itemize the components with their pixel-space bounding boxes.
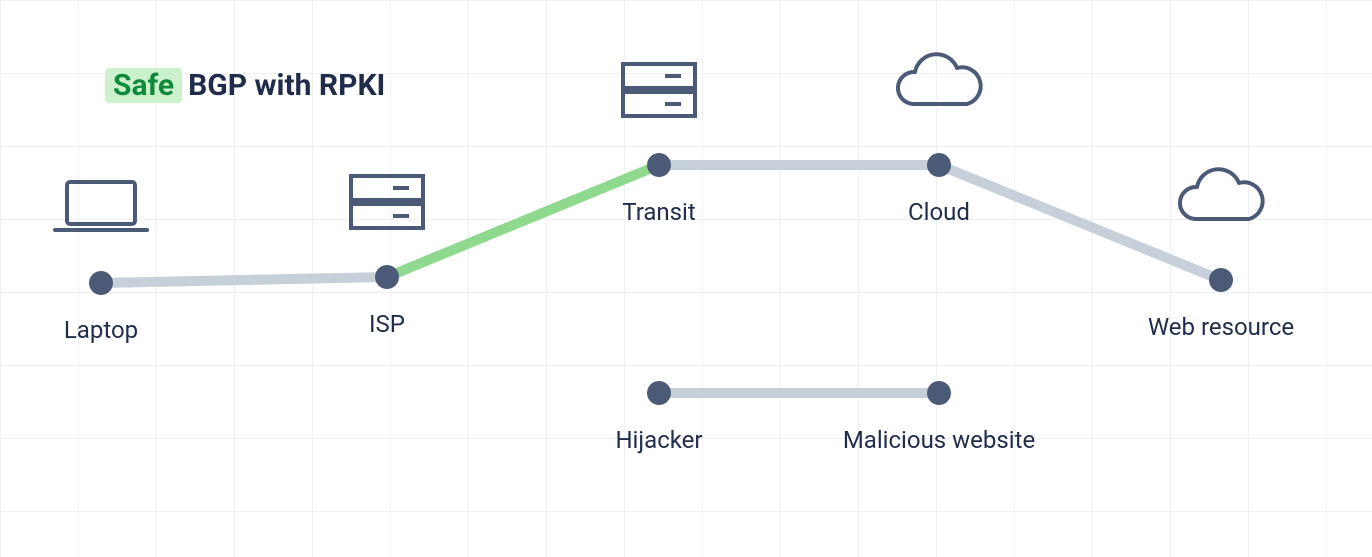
cloud-icon (1180, 169, 1263, 219)
label-transit: Transit (622, 198, 696, 226)
label-malicious: Malicious website (843, 426, 1035, 454)
node-malicious (927, 381, 951, 405)
label-hijacker: Hijacker (615, 426, 702, 454)
label-laptop: Laptop (64, 316, 138, 344)
edge-isp-transit (387, 165, 659, 277)
server-icon (623, 64, 695, 116)
node-web (1209, 268, 1233, 292)
node-transit (647, 153, 671, 177)
laptop-icon (55, 182, 147, 230)
edge-cloud-web (939, 165, 1221, 280)
label-cloud: Cloud (908, 198, 970, 226)
node-laptop (89, 271, 113, 295)
node-cloud (927, 153, 951, 177)
server-icon (351, 176, 423, 228)
label-web: Web resource (1148, 313, 1294, 341)
edge-laptop-isp (101, 277, 387, 283)
label-isp: ISP (369, 310, 405, 338)
node-isp (375, 265, 399, 289)
diagram-canvas: Laptop ISP Transit Cloud Web resource Hijacke… (0, 0, 1372, 557)
cloud-icon (898, 54, 981, 104)
node-hijacker (647, 381, 671, 405)
